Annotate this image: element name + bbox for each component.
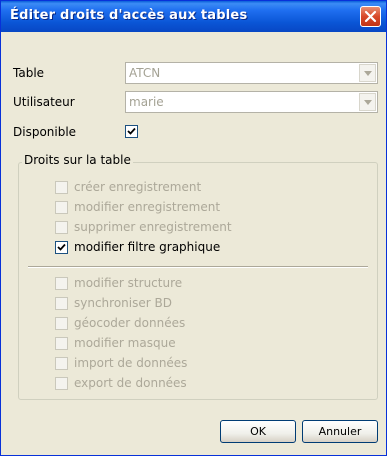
chevron-down-icon [364,71,372,76]
table-select[interactable]: ATCN [125,62,378,84]
right-label-delete-record: supprimer enregistrement [74,220,232,234]
table-select-value: ATCN [129,66,161,80]
right-label-modify-mask: modifier masque [74,336,176,350]
dialog-window: Éditer droits d'accès aux tables Table A… [0,0,387,456]
right-label-modify-graphic-filter: modifier filtre graphique [74,240,221,254]
title-bar[interactable]: Éditer droits d'accès aux tables [1,1,386,32]
right-label-create-record: créer enregistrement [74,180,202,194]
right-label-import-data: import de données [74,356,188,370]
right-checkbox-import-data[interactable] [55,357,68,370]
checkmark-icon [57,243,66,251]
available-label: Disponible [13,125,77,139]
close-button[interactable] [360,6,381,27]
table-rights-group [18,162,378,400]
right-checkbox-modify-graphic-filter[interactable] [55,241,68,254]
right-checkbox-sync-db[interactable] [55,297,68,310]
group-separator [28,266,368,268]
ok-button[interactable]: OK [220,420,296,443]
table-select-dropdown-button[interactable] [359,64,376,82]
table-rights-group-title: Droits sur la table [22,153,133,167]
chevron-down-icon [364,100,372,105]
user-select-dropdown-button[interactable] [359,93,376,111]
right-label-modify-record: modifier enregistrement [74,200,221,214]
dialog-title: Éditer droits d'accès aux tables [10,8,248,23]
cancel-button[interactable]: Annuler [302,420,378,443]
user-select-value: marie [129,95,164,109]
user-label: Utilisateur [13,95,75,109]
checkmark-icon [127,127,136,135]
right-label-sync-db: synchroniser BD [74,296,172,310]
right-checkbox-delete-record[interactable] [55,221,68,234]
right-label-export-data: export de données [74,376,187,390]
right-checkbox-create-record[interactable] [55,181,68,194]
close-icon [364,10,377,23]
right-checkbox-modify-structure[interactable] [55,277,68,290]
right-checkbox-export-data[interactable] [55,377,68,390]
right-checkbox-modify-mask[interactable] [55,337,68,350]
table-label: Table [13,66,45,80]
user-select[interactable]: marie [125,91,378,113]
right-checkbox-geocode-data[interactable] [55,317,68,330]
right-checkbox-modify-record[interactable] [55,201,68,214]
right-label-modify-structure: modifier structure [74,276,183,290]
available-checkbox[interactable] [125,125,138,138]
right-label-geocode-data: géocoder données [74,316,186,330]
